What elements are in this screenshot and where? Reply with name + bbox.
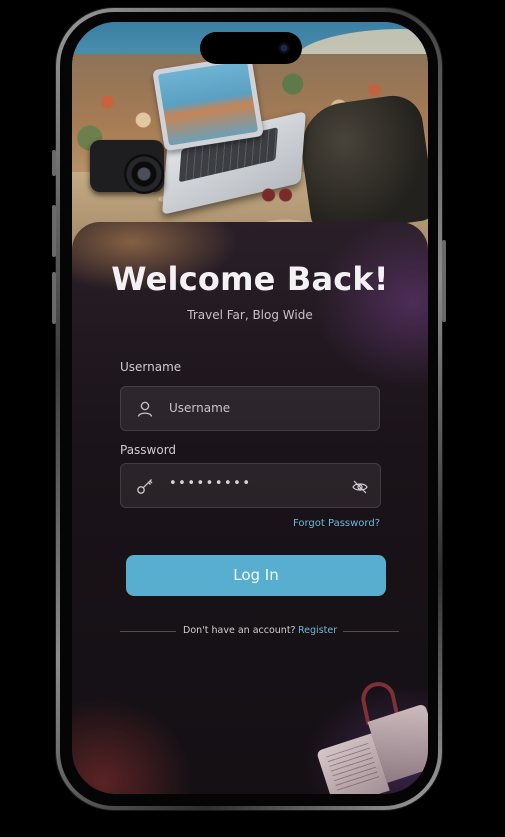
- page-title: Welcome Back!: [111, 260, 389, 298]
- volume-up-button: [52, 205, 56, 257]
- username-label: Username: [120, 360, 182, 374]
- password-value: •••••••••: [169, 476, 252, 491]
- backpack-image: [295, 91, 428, 237]
- phone-screen: Welcome Back! Travel Far, Blog Wide User…: [72, 22, 428, 794]
- user-icon: [137, 401, 153, 417]
- action-button: [52, 150, 56, 176]
- username-field[interactable]: Username: [120, 386, 380, 431]
- page-subtitle: Travel Far, Blog Wide: [187, 308, 313, 322]
- dynamic-island: [200, 32, 302, 64]
- divider-right: [343, 631, 399, 632]
- register-link[interactable]: Register: [298, 625, 337, 636]
- login-card: Welcome Back! Travel Far, Blog Wide User…: [72, 222, 428, 794]
- password-label: Password: [120, 443, 177, 457]
- eye-off-icon[interactable]: [352, 479, 368, 495]
- key-icon: [137, 479, 153, 494]
- register-prompt: Don't have an account?: [183, 625, 296, 636]
- laptop-screen-image: [152, 54, 264, 152]
- divider-left: [120, 631, 176, 632]
- username-placeholder: Username: [169, 401, 231, 415]
- volume-down-button: [52, 272, 56, 324]
- login-button[interactable]: Log In: [126, 555, 386, 596]
- password-field[interactable]: •••••••••: [120, 463, 381, 508]
- sunglasses-image: [260, 188, 294, 202]
- forgot-password-link[interactable]: Forgot Password?: [293, 518, 380, 529]
- power-button: [442, 240, 446, 322]
- camera-image: [90, 140, 164, 194]
